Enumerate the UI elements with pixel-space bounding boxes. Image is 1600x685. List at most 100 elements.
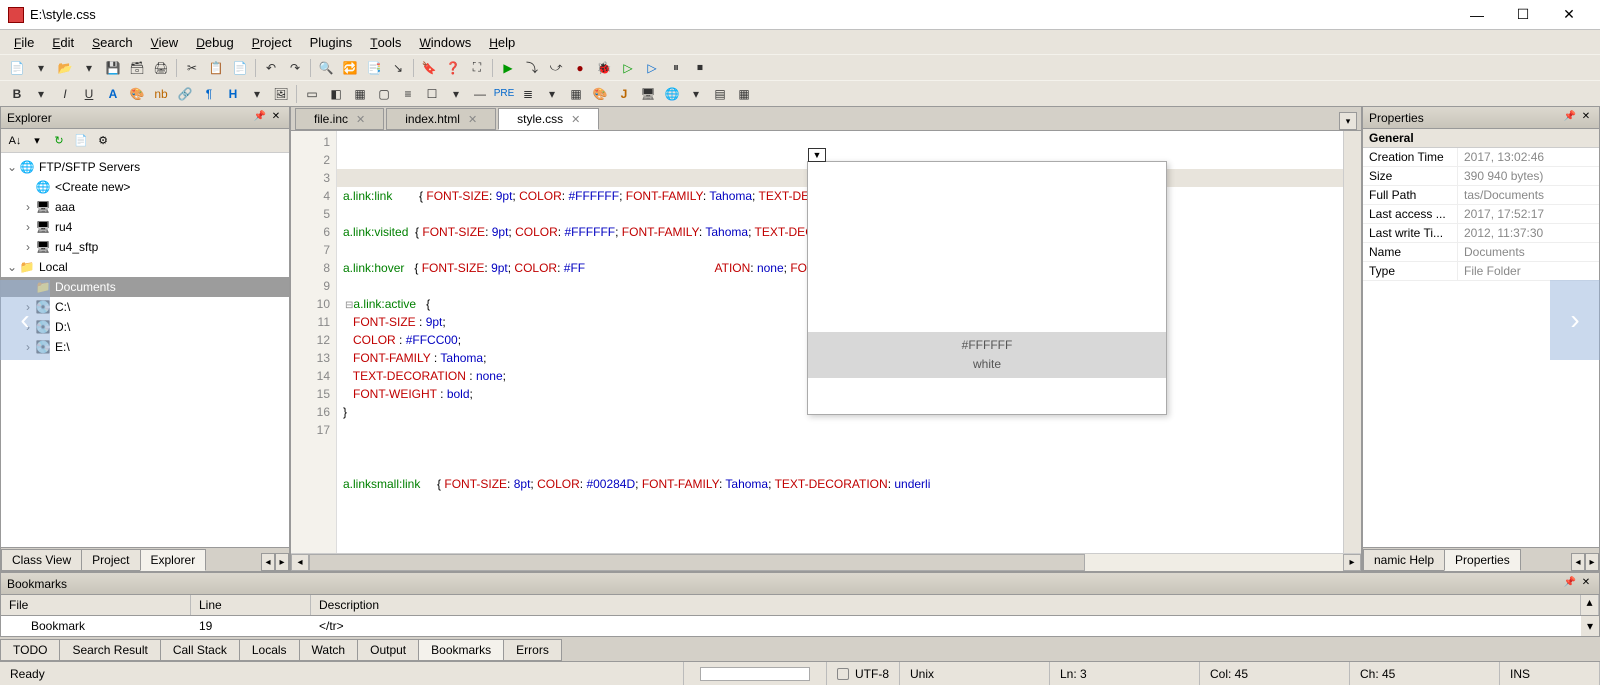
pin-icon[interactable]: 📌 (1563, 577, 1577, 591)
paste-icon[interactable]: 📄 (229, 57, 251, 79)
replace-icon[interactable]: 🔁 (339, 57, 361, 79)
step-into-icon[interactable]: ⤵ (521, 57, 543, 79)
tab-scroll-right-icon[interactable]: ▸ (1585, 553, 1599, 571)
italic-icon[interactable]: I (54, 83, 76, 105)
tab-scroll-right-icon[interactable]: ▸ (275, 553, 289, 571)
property-row[interactable]: Last write Ti...2012, 11:37:30 (1363, 224, 1599, 243)
tab-scroll-left-icon[interactable]: ◂ (1571, 553, 1585, 571)
sort-icon[interactable]: A↓ (5, 131, 25, 151)
step-out-icon[interactable]: ▷ (641, 57, 663, 79)
maximize-button[interactable]: ☐ (1500, 0, 1546, 30)
scroll-left-icon[interactable]: ◂ (291, 554, 309, 571)
tree-item-ru4-sftp[interactable]: ›🖥ru4_sftp (1, 237, 289, 257)
col-file[interactable]: File (1, 595, 191, 615)
hr-icon[interactable]: — (469, 83, 491, 105)
continue-icon[interactable]: ▷ (617, 57, 639, 79)
span-icon[interactable]: ◧ (325, 83, 347, 105)
bottom-tab-call-stack[interactable]: Call Stack (160, 639, 240, 661)
property-row[interactable]: TypeFile Folder (1363, 262, 1599, 281)
list-icon[interactable]: ≣ (517, 83, 539, 105)
nbsp-icon[interactable]: nb (150, 83, 172, 105)
scroll-down-icon[interactable]: ▾ (1581, 616, 1599, 636)
bold-icon[interactable]: B (6, 83, 28, 105)
table-icon[interactable]: ▦ (565, 83, 587, 105)
menu-plugins[interactable]: Plugins (302, 33, 361, 52)
preview-icon[interactable]: 🖥 (637, 83, 659, 105)
div-icon[interactable]: ▭ (301, 83, 323, 105)
print-icon[interactable]: 🖨 (150, 57, 172, 79)
col-description[interactable]: Description (311, 595, 1581, 615)
help-icon[interactable]: ❓ (442, 57, 464, 79)
color-icon[interactable]: 🎨 (126, 83, 148, 105)
bold-dropdown-icon[interactable]: ▾ (30, 83, 52, 105)
pre-icon[interactable]: PRE (493, 83, 515, 105)
pause-icon[interactable]: ⏸ (665, 57, 687, 79)
save-icon[interactable]: 💾 (102, 57, 124, 79)
property-row[interactable]: Size390 940 bytes) (1363, 167, 1599, 186)
pin-icon[interactable]: 📌 (253, 111, 267, 125)
link-icon[interactable]: 🔗 (174, 83, 196, 105)
bottom-tab-watch[interactable]: Watch (299, 639, 359, 661)
underline-icon[interactable]: U (78, 83, 100, 105)
close-panel-icon[interactable]: ✕ (1579, 111, 1593, 125)
undo-icon[interactable]: ↶ (260, 57, 282, 79)
new-dropdown-icon[interactable]: ▾ (30, 57, 52, 79)
menu-project[interactable]: Project (244, 33, 300, 52)
col-line[interactable]: Line (191, 595, 311, 615)
tab-explorer[interactable]: Explorer (140, 549, 207, 571)
debug-icon[interactable]: 🐞 (593, 57, 615, 79)
redo-icon[interactable]: ↷ (284, 57, 306, 79)
paragraph-icon[interactable]: ¶ (198, 83, 220, 105)
vertical-scrollbar[interactable] (1343, 131, 1361, 553)
settings-icon[interactable]: ⚙ (93, 131, 113, 151)
menu-view[interactable]: View (143, 33, 187, 52)
refresh-icon[interactable]: ↻ (49, 131, 69, 151)
script-icon[interactable]: J (613, 83, 635, 105)
form-icon[interactable]: ▦ (349, 83, 371, 105)
bottom-tab-output[interactable]: Output (357, 639, 419, 661)
tab-close-icon[interactable]: ✕ (356, 113, 365, 126)
browser-icon[interactable]: 🌐 (661, 83, 683, 105)
carousel-next-icon[interactable]: › (1550, 280, 1600, 360)
property-row[interactable]: Full Pathtas/Documents (1363, 186, 1599, 205)
file-tab-0[interactable]: file.inc✕ (295, 108, 384, 130)
status-ch[interactable]: Ch: 45 (1350, 662, 1500, 685)
tree-create-new[interactable]: 🌐<Create new> (1, 177, 289, 197)
open-icon[interactable]: 📂 (54, 57, 76, 79)
file-tab-1[interactable]: index.html✕ (386, 108, 496, 130)
menu-help[interactable]: Help (481, 33, 523, 52)
tree-local-root[interactable]: ⌄📁Local (1, 257, 289, 277)
fullscreen-icon[interactable]: ⛶ (466, 57, 488, 79)
input-icon[interactable]: ▢ (373, 83, 395, 105)
tab-class-view[interactable]: Class View (1, 549, 82, 571)
menu-file[interactable]: File (6, 33, 42, 52)
tree-item-ru4[interactable]: ›🖥ru4 (1, 217, 289, 237)
font-icon[interactable]: A (102, 83, 124, 105)
menu-edit[interactable]: Edit (44, 33, 82, 52)
filter-dropdown-icon[interactable]: ▾ (27, 131, 47, 151)
find-in-files-icon[interactable]: 📑 (363, 57, 385, 79)
editor[interactable]: 1234567891011121314151617 ▼ #FFFFFFwhite… (291, 131, 1361, 553)
bottom-tab-errors[interactable]: Errors (503, 639, 562, 661)
scroll-right-icon[interactable]: ▸ (1343, 554, 1361, 571)
bookmark-icon[interactable]: 🔖 (418, 57, 440, 79)
close-panel-icon[interactable]: ✕ (269, 111, 283, 125)
code-area[interactable]: ▼ #FFFFFFwhite a.link:link { FONT-SIZE: … (337, 131, 1343, 553)
property-row[interactable]: Creation Time2017, 13:02:46 (1363, 148, 1599, 167)
scroll-up-icon[interactable]: ▴ (1581, 595, 1599, 615)
cut-icon[interactable]: ✂ (181, 57, 203, 79)
breakpoint-icon[interactable]: ● (569, 57, 591, 79)
tab-properties[interactable]: Properties (1444, 549, 1521, 571)
run-icon[interactable]: ▶ (497, 57, 519, 79)
status-eol[interactable]: Unix (900, 662, 1050, 685)
browser-dropdown-icon[interactable]: ▾ (685, 83, 707, 105)
save-all-icon[interactable]: 🗃 (126, 57, 148, 79)
close-panel-icon[interactable]: ✕ (1579, 577, 1593, 591)
tab-close-icon[interactable]: ✕ (571, 113, 580, 126)
bottom-tab-locals[interactable]: Locals (239, 639, 300, 661)
scroll-thumb[interactable] (309, 554, 1085, 571)
minimize-button[interactable]: — (1454, 0, 1500, 30)
carousel-prev-icon[interactable]: ‹ (0, 280, 50, 360)
tab-close-icon[interactable]: ✕ (468, 113, 477, 126)
bottom-tab-bookmarks[interactable]: Bookmarks (418, 639, 504, 661)
